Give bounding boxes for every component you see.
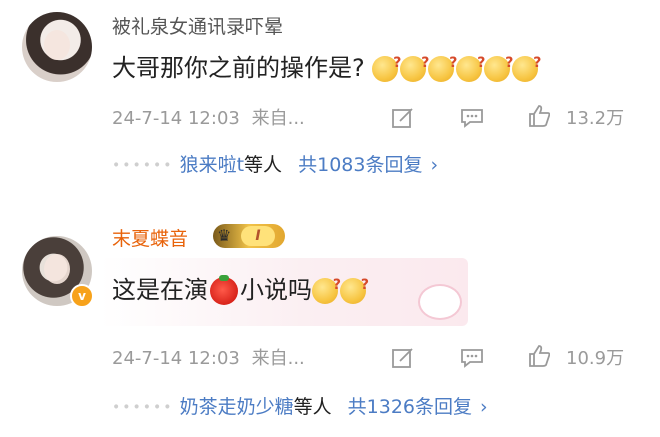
comment-text: 这是在演 小说吗 bbox=[112, 270, 369, 305]
dots-icon: •••••• bbox=[112, 399, 174, 416]
comment-meta: 24-7-14 12:03 来自... bbox=[112, 348, 305, 369]
confused-emoji bbox=[428, 50, 457, 82]
confused-emoji bbox=[512, 50, 541, 82]
bubble-decoration bbox=[418, 284, 462, 320]
comment-meta: 24-7-14 12:03 来自... bbox=[112, 108, 305, 129]
replies-link[interactable]: •••••• 狼来啦t等人 共1083条回复 › bbox=[112, 150, 438, 177]
avatar[interactable] bbox=[22, 12, 92, 82]
confused-emoji bbox=[456, 50, 485, 82]
like-icon[interactable] bbox=[528, 104, 550, 128]
like-count: 13.2万 bbox=[566, 108, 625, 129]
chevron-right-icon[interactable]: › bbox=[430, 154, 438, 176]
vip-badge[interactable]: ♛ I bbox=[213, 224, 285, 248]
chevron-right-icon[interactable]: › bbox=[480, 396, 488, 418]
vip-crown-icon: ♛ bbox=[217, 226, 232, 245]
tomato-emoji bbox=[210, 275, 238, 305]
username[interactable]: 末夏蝶音 bbox=[112, 224, 188, 251]
like-count: 10.9万 bbox=[566, 348, 625, 369]
comment-icon[interactable] bbox=[460, 108, 484, 128]
confused-emoji bbox=[372, 50, 401, 82]
dots-icon: •••••• bbox=[112, 157, 174, 174]
confused-emoji bbox=[340, 272, 369, 304]
username[interactable]: 被礼泉女通讯录吓晕 bbox=[112, 12, 283, 39]
like-icon[interactable] bbox=[528, 344, 550, 368]
verified-badge-icon: v bbox=[70, 284, 94, 308]
confused-emoji bbox=[484, 50, 513, 82]
edit-icon[interactable] bbox=[392, 348, 414, 368]
edit-icon[interactable] bbox=[392, 108, 414, 128]
comment-icon[interactable] bbox=[460, 348, 484, 368]
confused-emoji bbox=[312, 272, 341, 304]
confused-emoji bbox=[400, 50, 429, 82]
replies-link[interactable]: •••••• 奶茶走奶少糖等人 共1326条回复 › bbox=[112, 392, 488, 419]
comment-text: 大哥那你之前的操作是? bbox=[112, 48, 541, 83]
vip-level: I bbox=[241, 226, 275, 246]
